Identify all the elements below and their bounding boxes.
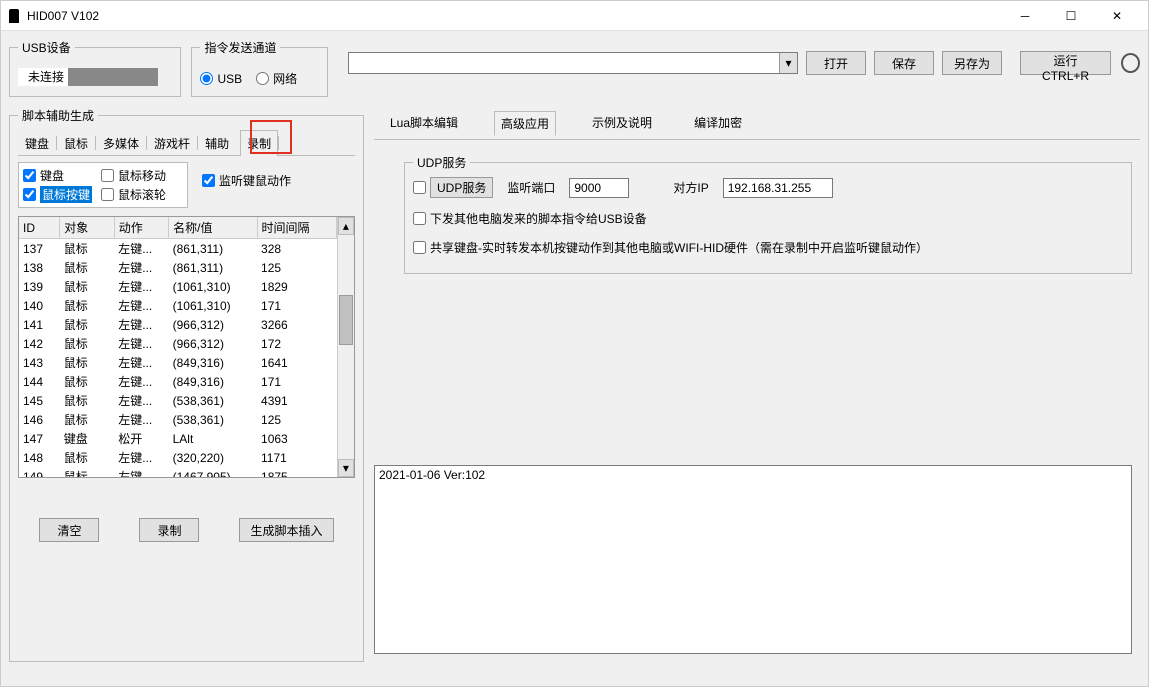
tab-assist[interactable]: 辅助: [198, 130, 236, 156]
udp-group: UDP服务 UDP服务 监听端口 对方IP 下发其他电脑发来的脚本指令给USB设…: [404, 154, 1132, 274]
radio-usb[interactable]: USB: [200, 72, 242, 86]
file-combo[interactable]: ▾: [348, 52, 798, 74]
title-bar: HID007 V102 ─ ☐ ✕: [1, 1, 1148, 31]
channel-legend: 指令发送通道: [200, 39, 280, 56]
tab-record[interactable]: 录制: [240, 130, 278, 156]
content-area: USB设备 未连接 指令发送通道 USB 网络 ▾ 打开 保存 另存为: [1, 31, 1148, 686]
tab-multimedia[interactable]: 多媒体: [96, 130, 146, 156]
file-toolbar: ▾ 打开 保存 另存为: [348, 51, 1010, 75]
scroll-up-icon[interactable]: ▴: [338, 217, 354, 235]
check-share-keyboard[interactable]: 共享键盘-实时转发本机按键动作到其他电脑或WIFI-HID硬件（需在录制中开启监…: [413, 239, 928, 256]
app-window: HID007 V102 ─ ☐ ✕ USB设备 未连接 指令发送通道 USB 网…: [0, 0, 1149, 687]
run-button[interactable]: 运行 CTRL+R: [1020, 51, 1111, 75]
dropdown-arrow-icon[interactable]: ▾: [779, 53, 797, 73]
usb-status: 未连接: [18, 68, 158, 86]
table-scrollbar[interactable]: ▴ ▾: [337, 217, 354, 477]
port-label: 监听端口: [507, 179, 555, 196]
script-helper-group: 脚本辅助生成 键盘 鼠标 多媒体 游戏杆 辅助 录制 键盘 鼠标移动: [9, 107, 364, 662]
table-row[interactable]: 142鼠标左键...(966,312)172: [19, 334, 336, 353]
table-row[interactable]: 146鼠标左键...(538,361)125: [19, 410, 336, 429]
ip-label: 对方IP: [673, 179, 708, 196]
table-row[interactable]: 147键盘松开LAlt1063: [19, 429, 336, 448]
scroll-down-icon[interactable]: ▾: [338, 459, 354, 477]
window-title: HID007 V102: [27, 9, 1002, 23]
table-row[interactable]: 141鼠标左键...(966,312)3266: [19, 315, 336, 334]
table-row[interactable]: 149鼠标左键...(1467,905)1875: [19, 467, 336, 478]
table-header: ID 对象 动作 名称/值 时间间隔: [19, 217, 336, 239]
col-time[interactable]: 时间间隔: [257, 217, 336, 239]
channel-group: 指令发送通道 USB 网络: [191, 39, 328, 97]
script-legend: 脚本辅助生成: [18, 107, 98, 124]
col-id[interactable]: ID: [19, 217, 60, 239]
check-keyboard[interactable]: 键盘: [23, 167, 93, 184]
file-input[interactable]: [349, 53, 779, 73]
table-row[interactable]: 143鼠标左键...(849,316)1641: [19, 353, 336, 372]
check-udp-service[interactable]: UDP服务: [413, 177, 493, 198]
maximize-button[interactable]: ☐: [1048, 1, 1094, 31]
tab-joystick[interactable]: 游戏杆: [147, 130, 197, 156]
ip-input[interactable]: [723, 178, 833, 198]
table-row[interactable]: 140鼠标左键...(1061,310)171: [19, 296, 336, 315]
close-button[interactable]: ✕: [1094, 1, 1140, 31]
tab-examples[interactable]: 示例及说明: [586, 111, 658, 136]
col-act[interactable]: 动作: [114, 217, 168, 239]
table-row[interactable]: 139鼠标左键...(1061,310)1829: [19, 277, 336, 296]
script-tabs: 键盘 鼠标 多媒体 游戏杆 辅助 录制: [18, 130, 355, 156]
insert-script-button[interactable]: 生成脚本插入: [239, 518, 333, 542]
log-output[interactable]: 2021-01-06 Ver:102: [374, 465, 1132, 654]
save-button[interactable]: 保存: [874, 51, 934, 75]
usb-device-group: USB设备 未连接: [9, 39, 181, 97]
col-name[interactable]: 名称/值: [169, 217, 257, 239]
usb-legend: USB设备: [18, 39, 75, 56]
open-button[interactable]: 打开: [806, 51, 866, 75]
check-forward-script[interactable]: 下发其他电脑发来的脚本指令给USB设备: [413, 210, 647, 227]
record-button[interactable]: 录制: [139, 518, 199, 542]
tab-keyboard[interactable]: 键盘: [18, 130, 56, 156]
check-listen[interactable]: 监听键鼠动作: [202, 172, 291, 189]
udp-legend: UDP服务: [413, 154, 470, 171]
saveas-button[interactable]: 另存为: [942, 51, 1002, 75]
record-table: ID 对象 动作 名称/值 时间间隔 137鼠标左键...(861,311)32…: [18, 216, 355, 478]
tab-mouse[interactable]: 鼠标: [57, 130, 95, 156]
table-row[interactable]: 138鼠标左键...(861,311)125: [19, 258, 336, 277]
right-tabs: Lua脚本编辑 高级应用 示例及说明 编译加密: [374, 107, 1140, 140]
check-mouse-wheel[interactable]: 鼠标滚轮: [101, 186, 171, 203]
table-row[interactable]: 145鼠标左键...(538,361)4391: [19, 391, 336, 410]
status-indicator-icon: [1121, 53, 1140, 73]
record-options: 键盘 鼠标移动 鼠标按键 鼠标滚轮: [18, 162, 188, 208]
table-row[interactable]: 137鼠标左键...(861,311)328: [19, 239, 336, 259]
radio-network[interactable]: 网络: [256, 70, 297, 87]
scroll-thumb[interactable]: [339, 295, 353, 345]
minimize-button[interactable]: ─: [1002, 1, 1048, 31]
tab-lua[interactable]: Lua脚本编辑: [384, 111, 464, 136]
tab-compile[interactable]: 编译加密: [688, 111, 748, 136]
app-icon: [9, 9, 19, 23]
check-mouse-click[interactable]: 鼠标按键: [23, 186, 93, 203]
table-row[interactable]: 144鼠标左键...(849,316)171: [19, 372, 336, 391]
clear-button[interactable]: 清空: [39, 518, 99, 542]
port-input[interactable]: [569, 178, 629, 198]
table-row[interactable]: 148鼠标左键...(320,220)1171: [19, 448, 336, 467]
col-obj[interactable]: 对象: [60, 217, 114, 239]
check-mouse-move[interactable]: 鼠标移动: [101, 167, 171, 184]
tab-advanced[interactable]: 高级应用: [494, 111, 556, 136]
